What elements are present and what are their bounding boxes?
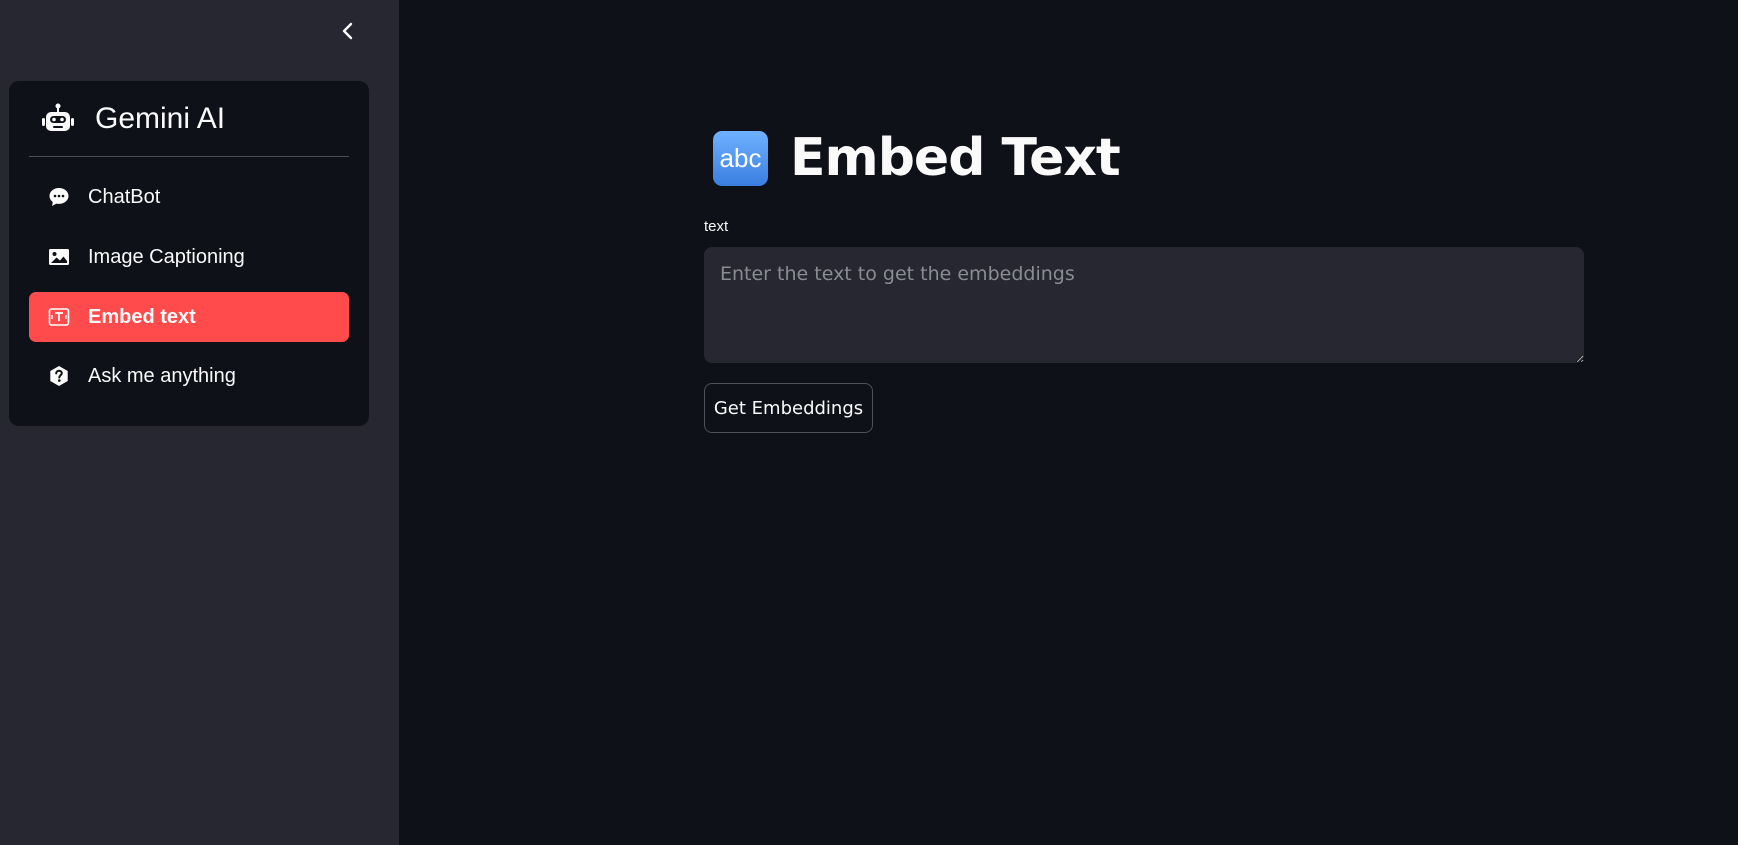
menu-item-label: Embed text	[88, 305, 196, 328]
collapse-sidebar-button[interactable]	[333, 16, 363, 46]
abc-emoji-icon: abc	[713, 130, 768, 186]
menu-item-label: ChatBot	[88, 185, 161, 208]
option-menu: Gemini AI ChatBot Image Captioning Embed…	[9, 81, 369, 426]
get-embeddings-button[interactable]: Get Embeddings	[704, 383, 873, 433]
chat-bubble-icon	[48, 186, 70, 208]
sidebar: Gemini AI ChatBot Image Captioning Embed…	[0, 0, 399, 845]
menu-item-chatbot[interactable]: ChatBot	[29, 172, 349, 222]
page-title: abc Embed Text	[713, 128, 1121, 188]
menu-item-embed-text[interactable]: Embed text	[29, 292, 349, 342]
menu-item-label: Ask me anything	[88, 364, 236, 387]
menu-item-image-captioning[interactable]: Image Captioning	[29, 232, 349, 282]
image-icon	[48, 246, 70, 268]
menu-item-ask-me-anything[interactable]: Ask me anything	[29, 351, 349, 401]
robot-icon	[42, 103, 74, 131]
question-circle-icon	[48, 365, 70, 387]
chevron-left-icon	[342, 22, 353, 40]
text-embed-icon	[48, 306, 70, 328]
menu-item-label: Image Captioning	[88, 245, 245, 268]
app-title: Gemini AI	[95, 101, 226, 135]
main-content: abc Embed Text text Get Embeddings	[399, 0, 1738, 845]
text-input[interactable]	[704, 247, 1584, 363]
text-input-label: text	[704, 218, 729, 235]
menu-header: Gemini AI	[29, 81, 349, 157]
page-heading: Embed Text	[790, 128, 1121, 188]
app-root: Gemini AI ChatBot Image Captioning Embed…	[0, 0, 1738, 845]
